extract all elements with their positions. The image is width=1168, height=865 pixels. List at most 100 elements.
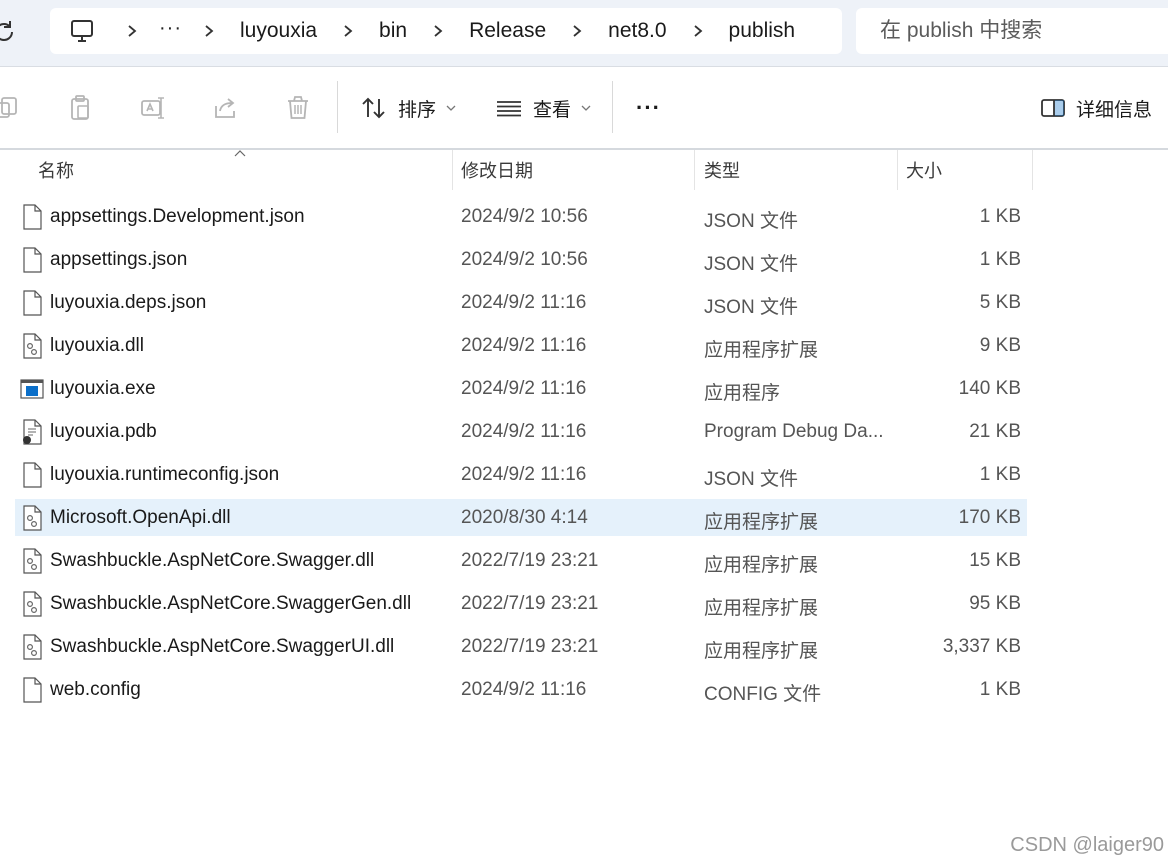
file-date: 2024/9/2 10:56 [461,249,588,270]
file-icon [23,204,42,230]
address-bar-area: ··· luyouxia bin Release net8.0 publish [0,0,1168,66]
file-type: 应用程序扩展 [704,598,819,619]
file-row[interactable]: luyouxia.dll 2024/9/2 11:16 应用程序扩展 9 KB [0,325,1168,368]
chevron-right-icon[interactable] [570,24,584,38]
column-header-name[interactable]: 名称 [38,150,74,190]
file-name: appsettings.Development.json [50,206,305,227]
file-row[interactable]: Swashbuckle.AspNetCore.SwaggerGen.dll 20… [0,583,1168,626]
file-type: 应用程序扩展 [704,555,819,576]
sort-button[interactable]: 排序 [360,85,456,131]
file-name: luyouxia.runtimeconfig.json [50,464,280,485]
breadcrumb-item-luyouxia[interactable]: luyouxia [230,19,327,43]
file-size: 95 KB [969,593,1021,614]
breadcrumb-item-net8[interactable]: net8.0 [598,19,676,43]
file-name: luyouxia.deps.json [50,292,207,313]
file-date: 2024/9/2 11:16 [461,421,587,442]
file-date: 2024/9/2 11:16 [461,378,587,399]
column-separator[interactable] [1032,150,1033,190]
file-icon [23,677,42,703]
file-row[interactable]: Swashbuckle.AspNetCore.Swagger.dll 2022/… [0,540,1168,583]
file-name: web.config [50,679,141,700]
toolbar-divider [612,81,613,133]
file-row[interactable]: appsettings.json 2024/9/2 10:56 JSON 文件 … [0,239,1168,282]
file-size: 1 KB [979,679,1021,700]
file-row[interactable]: luyouxia.exe 2024/9/2 11:16 应用程序 140 KB [0,368,1168,411]
column-header-type[interactable]: 类型 [704,150,740,190]
rename-icon[interactable] [139,94,167,122]
file-date: 2020/8/30 4:14 [461,507,588,528]
file-name: Swashbuckle.AspNetCore.Swagger.dll [50,550,375,571]
toolbar-divider [337,81,338,133]
file-icon [23,247,42,273]
file-name: appsettings.json [50,249,188,270]
view-label: 查看 [533,99,572,121]
file-type: CONFIG 文件 [704,684,822,705]
file-icon [23,290,42,316]
breadcrumb-overflow-button[interactable]: ··· [153,17,188,46]
sort-ascending-icon [234,150,246,157]
search-input[interactable] [878,18,1162,44]
refresh-icon[interactable] [0,18,18,46]
column-header-date[interactable]: 修改日期 [461,150,533,190]
file-size: 1 KB [979,464,1021,485]
breadcrumb-item-bin[interactable]: bin [369,19,417,43]
file-size: 15 KB [969,550,1021,571]
command-bar: 排序 查看 ··· 详细信息 [0,67,1168,149]
file-row[interactable]: Swashbuckle.AspNetCore.SwaggerUI.dll 202… [0,626,1168,669]
file-row[interactable]: luyouxia.runtimeconfig.json 2024/9/2 11:… [0,454,1168,497]
file-row[interactable]: luyouxia.deps.json 2024/9/2 11:16 JSON 文… [0,282,1168,325]
file-row[interactable]: web.config 2024/9/2 11:16 CONFIG 文件 1 KB [0,669,1168,712]
file-row[interactable]: appsettings.Development.json 2024/9/2 10… [0,196,1168,239]
column-header-size[interactable]: 大小 [906,150,942,190]
file-date: 2024/9/2 11:16 [461,335,587,356]
chevron-right-icon[interactable] [202,24,216,38]
file-size: 21 KB [969,421,1021,442]
file-date: 2022/7/19 23:21 [461,593,599,614]
view-button[interactable]: 查看 [495,85,591,131]
chevron-right-icon[interactable] [691,24,705,38]
delete-icon[interactable] [284,94,312,122]
file-size: 1 KB [979,249,1021,270]
breadcrumb-item-publish[interactable]: publish [719,19,806,43]
paste-icon[interactable] [67,94,95,122]
search-box[interactable] [856,8,1168,54]
file-type: JSON 文件 [704,297,798,318]
column-separator[interactable] [452,150,453,190]
file-type: 应用程序扩展 [704,340,819,361]
sort-label: 排序 [398,99,437,121]
file-name: Microsoft.OpenApi.dll [50,507,231,528]
chevron-down-icon [581,105,591,111]
file-size: 5 KB [979,292,1021,313]
breadcrumb-item-release[interactable]: Release [459,19,556,43]
file-type: JSON 文件 [704,469,798,490]
dll-icon [23,634,42,660]
dll-icon [23,591,42,617]
dll-icon [23,333,42,359]
chevron-down-icon [446,105,456,111]
details-pane-button[interactable]: 详细信息 [1040,85,1152,131]
file-type: JSON 文件 [704,254,798,275]
file-type: 应用程序扩展 [704,641,819,662]
column-separator[interactable] [694,150,695,190]
file-row[interactable]: luyouxia.pdb 2024/9/2 11:16 Program Debu… [0,411,1168,454]
this-pc-icon[interactable] [69,18,95,44]
column-separator[interactable] [897,150,898,190]
chevron-right-icon[interactable] [125,24,139,38]
view-list-icon [497,101,521,117]
more-options-button[interactable]: ··· [636,85,661,131]
file-date: 2022/7/19 23:21 [461,636,599,657]
file-name: Swashbuckle.AspNetCore.SwaggerGen.dll [50,593,412,614]
chevron-right-icon[interactable] [431,24,445,38]
file-date: 2024/9/2 11:16 [461,679,587,700]
file-name: Swashbuckle.AspNetCore.SwaggerUI.dll [50,636,395,657]
file-size: 170 KB [958,507,1021,528]
exe-icon [20,379,44,399]
address-box[interactable]: ··· luyouxia bin Release net8.0 publish [50,8,842,54]
copy-icon[interactable] [0,94,22,122]
file-name: luyouxia.pdb [50,421,157,442]
chevron-right-icon[interactable] [341,24,355,38]
share-icon[interactable] [212,94,240,122]
file-name: luyouxia.dll [50,335,144,356]
file-row-selected[interactable]: Microsoft.OpenApi.dll 2020/8/30 4:14 应用程… [0,497,1168,540]
dll-icon [23,505,42,531]
